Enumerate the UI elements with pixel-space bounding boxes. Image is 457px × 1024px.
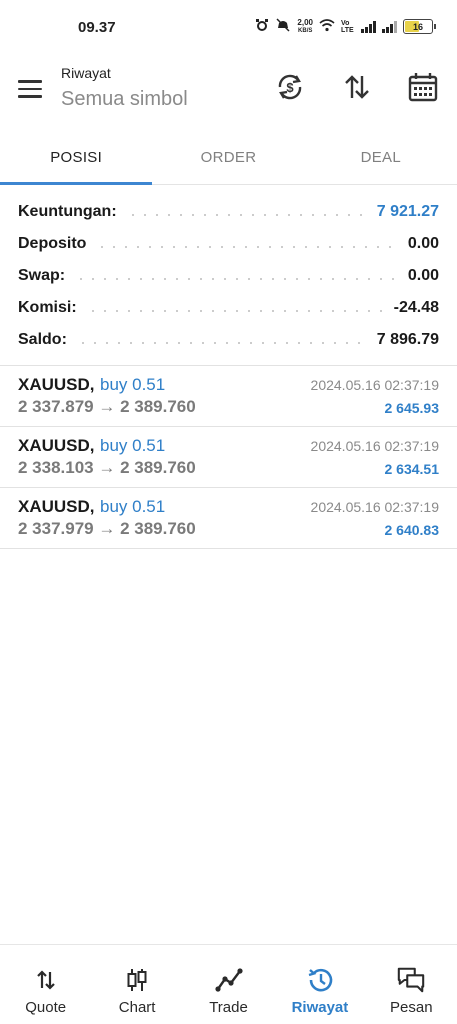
network-speed-unit: KB/S [298,27,313,34]
nav-trade[interactable]: Trade [183,945,274,1024]
nav-riwayat[interactable]: Riwayat [274,945,365,1024]
trade-icon [214,965,244,995]
summary-value: 7 921.27 [376,203,439,220]
deal-profit: 2 634.51 [384,461,440,477]
messages-icon [396,965,426,995]
deal-time: 2024.05.16 02:37:19 [310,438,439,454]
network-speed-value: 2,00 [297,17,313,27]
nav-label: Chart [118,999,156,1016]
nav-label: Quote [25,999,67,1016]
deal-time: 2024.05.16 02:37:19 [310,499,439,515]
status-time: 09.37 [78,19,116,36]
deal-time: 2024.05.16 02:37:19 [310,377,439,393]
summary-row-deposit: Deposito 0.00 [0,228,457,260]
summary-label: Saldo: [18,331,67,348]
summary-value: 0.00 [407,235,439,252]
nav-chart[interactable]: Chart [91,945,182,1024]
calendar-icon[interactable] [406,70,440,104]
sort-icon[interactable] [340,70,374,104]
battery-icon: 16 [403,19,436,34]
deal-symbol: XAUUSD, [18,375,95,394]
list-item[interactable]: XAUUSD, buy 0.51 2 337.979 → 2 389.760 2… [0,488,457,549]
summary-label: Komisi: [18,299,77,316]
tab-deal[interactable]: DEAL [305,130,457,184]
dotted-leader [75,278,398,280]
history-icon [305,965,335,995]
svg-text:$: $ [286,80,294,95]
deal-symbol: XAUUSD, [18,497,95,516]
nav-label: Riwayat [291,999,349,1016]
deal-prices: 2 338.103 → 2 389.760 [18,458,196,477]
deal-prices: 2 337.879 → 2 389.760 [18,397,196,416]
top-toolbar: Riwayat Semua simbol $ [0,56,457,126]
symbol-filter[interactable]: Semua simbol [61,88,188,111]
summary-row-commission: Komisi: -24.48 [0,292,457,324]
signal-2-icon [382,20,397,33]
currency-exchange-icon[interactable]: $ [273,70,307,104]
quote-icon [31,965,61,995]
summary-label: Deposito [18,235,87,252]
status-bar: 09.37 2,00 KB/S Vo LTE 16 [0,0,457,56]
summary-label: Keuntungan: [18,203,117,220]
deal-profit: 2 640.83 [384,522,440,538]
deal-type: buy 0.51 [100,375,166,394]
dotted-leader [76,342,367,344]
nav-quote[interactable]: Quote [0,945,91,1024]
summary-value: -24.48 [393,299,439,316]
dotted-leader [96,246,398,248]
list-item[interactable]: XAUUSD, buy 0.51 2 337.879 → 2 389.760 2… [0,366,457,427]
signal-1-icon [361,20,376,33]
alarm-icon [255,18,269,35]
deal-profit: 2 645.93 [384,400,440,416]
chart-icon [122,965,152,995]
nav-pesan[interactable]: Pesan [366,945,457,1024]
deal-symbol: XAUUSD, [18,436,95,455]
summary-panel: Keuntungan: 7 921.27 Deposito 0.00 Swap:… [0,196,457,356]
dotted-leader [86,310,384,312]
bottom-nav: Quote Chart Trade Riwayat Pesan [0,944,457,1024]
status-icons: 2,00 KB/S Vo LTE 16 [255,17,436,35]
deal-prices: 2 337.979 → 2 389.760 [18,519,196,538]
deal-type: buy 0.51 [100,497,166,516]
summary-value: 7 896.79 [376,331,439,348]
summary-value: 0.00 [407,267,439,284]
summary-label: Swap: [18,267,66,284]
nav-label: Trade [209,999,248,1016]
mute-icon [275,18,291,35]
lte-label: Vo LTE [341,19,354,34]
tab-bar: POSISI ORDER DEAL [0,130,457,185]
nav-label: Pesan [390,999,433,1016]
tab-posisi[interactable]: POSISI [0,130,153,185]
wifi-icon [319,18,335,35]
tab-order[interactable]: ORDER [152,130,304,184]
summary-row-balance: Saldo: 7 896.79 [0,324,457,356]
page-title: Riwayat [61,65,111,81]
dotted-leader [126,214,367,216]
menu-icon[interactable] [18,76,52,102]
deal-type: buy 0.51 [100,436,166,455]
list-item[interactable]: XAUUSD, buy 0.51 2 338.103 → 2 389.760 2… [0,427,457,488]
battery-level: 16 [412,21,423,32]
summary-row-profit: Keuntungan: 7 921.27 [0,196,457,228]
summary-row-swap: Swap: 0.00 [0,260,457,292]
network-speed: 2,00 KB/S [297,17,313,35]
